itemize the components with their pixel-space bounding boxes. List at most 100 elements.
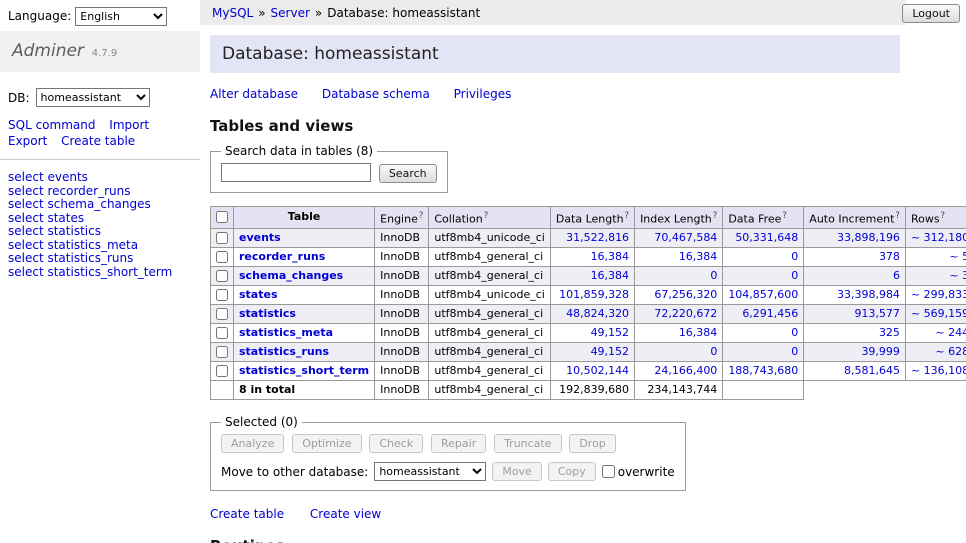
- table-link[interactable]: statistics_meta: [239, 326, 333, 339]
- database-schema-link[interactable]: Database schema: [322, 87, 430, 101]
- rows-link[interactable]: ~ 628: [935, 345, 966, 358]
- auto-increment-link[interactable]: 39,999: [861, 345, 900, 358]
- create-view-link[interactable]: Create view: [310, 507, 381, 521]
- data-length-link[interactable]: 31,522,816: [566, 231, 629, 244]
- sidebar-item-select-statistics-runs[interactable]: select statistics_runs: [8, 251, 133, 265]
- search-button[interactable]: Search: [379, 164, 437, 183]
- help-icon[interactable]: ?: [941, 211, 946, 221]
- sidebar-item-select-statistics-short-term[interactable]: select statistics_short_term: [8, 265, 172, 279]
- check-button[interactable]: Check: [369, 434, 423, 453]
- optimize-button[interactable]: Optimize: [292, 434, 361, 453]
- data-free-link[interactable]: 0: [791, 250, 798, 263]
- create-table-link[interactable]: Create table: [210, 507, 284, 521]
- breadcrumb-link-server[interactable]: Server: [271, 6, 310, 20]
- data-length-link[interactable]: 49,152: [591, 345, 630, 358]
- move-db-select[interactable]: homeassistant: [374, 462, 486, 481]
- rows-link[interactable]: ~ 5: [949, 250, 966, 263]
- breadcrumb-link-mysql[interactable]: MySQL: [212, 6, 253, 20]
- data-length-link[interactable]: 16,384: [591, 269, 630, 282]
- index-length-link[interactable]: 0: [710, 345, 717, 358]
- data-free-link[interactable]: 0: [791, 345, 798, 358]
- analyze-button[interactable]: Analyze: [221, 434, 284, 453]
- rows-link[interactable]: ~ 136,108: [911, 364, 966, 377]
- help-icon[interactable]: ?: [625, 211, 630, 221]
- auto-increment-link[interactable]: 33,398,984: [837, 288, 900, 301]
- data-length-link[interactable]: 101,859,328: [559, 288, 629, 301]
- data-length-link[interactable]: 16,384: [591, 250, 630, 263]
- row-checkbox[interactable]: [216, 289, 228, 301]
- drop-button[interactable]: Drop: [569, 434, 615, 453]
- sidebar-item-select-statistics-meta[interactable]: select statistics_meta: [8, 238, 138, 252]
- sidebar-item-select-schema-changes[interactable]: select schema_changes: [8, 197, 151, 211]
- row-checkbox[interactable]: [216, 365, 228, 377]
- table-link[interactable]: schema_changes: [239, 269, 343, 282]
- repair-button[interactable]: Repair: [431, 434, 486, 453]
- data-free-link[interactable]: 0: [791, 326, 798, 339]
- table-name-cell: schema_changes: [234, 267, 375, 286]
- overwrite-checkbox[interactable]: [602, 465, 615, 478]
- table-link[interactable]: statistics: [239, 307, 296, 320]
- sidebar-item-select-events[interactable]: select events: [8, 170, 88, 184]
- auto-increment-link[interactable]: 33,898,196: [837, 231, 900, 244]
- index-length-link[interactable]: 16,384: [679, 326, 718, 339]
- rows-link[interactable]: ~ 299,833: [911, 288, 966, 301]
- table-link[interactable]: states: [239, 288, 278, 301]
- index-length-link[interactable]: 70,467,584: [654, 231, 717, 244]
- rows-link[interactable]: ~ 3: [949, 269, 966, 282]
- auto-increment-link[interactable]: 325: [879, 326, 900, 339]
- sidebar-link-import[interactable]: Import: [109, 118, 149, 132]
- table-link[interactable]: statistics_runs: [239, 345, 329, 358]
- help-icon[interactable]: ?: [419, 211, 424, 221]
- select-all-checkbox[interactable]: [216, 211, 228, 223]
- data-free-link[interactable]: 104,857,600: [728, 288, 798, 301]
- help-icon[interactable]: ?: [782, 211, 787, 221]
- sidebar-item-select-statistics[interactable]: select statistics: [8, 224, 101, 238]
- index-length-link[interactable]: 72,220,672: [654, 307, 717, 320]
- data-length-link[interactable]: 49,152: [591, 326, 630, 339]
- data-free-link[interactable]: 0: [791, 269, 798, 282]
- auto-increment-link[interactable]: 378: [879, 250, 900, 263]
- alter-database-link[interactable]: Alter database: [210, 87, 298, 101]
- row-checkbox[interactable]: [216, 251, 228, 263]
- help-icon[interactable]: ?: [895, 211, 900, 221]
- rows-link[interactable]: ~ 244: [935, 326, 966, 339]
- row-checkbox[interactable]: [216, 232, 228, 244]
- sidebar-link-create-table[interactable]: Create table: [61, 134, 135, 148]
- data-free-link[interactable]: 188,743,680: [728, 364, 798, 377]
- sidebar-link-sql-command[interactable]: SQL command: [8, 118, 95, 132]
- db-select[interactable]: homeassistant: [36, 88, 150, 107]
- help-icon[interactable]: ?: [713, 211, 718, 221]
- table-link[interactable]: statistics_short_term: [239, 364, 369, 377]
- sidebar-item-select-recorder-runs[interactable]: select recorder_runs: [8, 184, 131, 198]
- index-length-link[interactable]: 67,256,320: [654, 288, 717, 301]
- data-free-link[interactable]: 50,331,648: [735, 231, 798, 244]
- table-link[interactable]: events: [239, 231, 281, 244]
- index-length-link[interactable]: 0: [710, 269, 717, 282]
- search-input[interactable]: [221, 163, 371, 182]
- help-icon[interactable]: ?: [484, 211, 489, 221]
- language-select[interactable]: English: [75, 7, 167, 26]
- row-checkbox[interactable]: [216, 270, 228, 282]
- data-length-link[interactable]: 10,502,144: [566, 364, 629, 377]
- data-length-link[interactable]: 48,824,320: [566, 307, 629, 320]
- copy-button[interactable]: Copy: [548, 462, 596, 481]
- row-checkbox[interactable]: [216, 346, 228, 358]
- rows-link[interactable]: ~ 312,180: [911, 231, 966, 244]
- move-button[interactable]: Move: [492, 462, 542, 481]
- app-version-link[interactable]: 4.7.9: [92, 48, 117, 59]
- privileges-link[interactable]: Privileges: [454, 87, 512, 101]
- sidebar-link-export[interactable]: Export: [8, 134, 47, 148]
- row-checkbox[interactable]: [216, 308, 228, 320]
- sidebar-item-select-states[interactable]: select states: [8, 211, 84, 225]
- index-length-link[interactable]: 24,166,400: [654, 364, 717, 377]
- auto-increment-link[interactable]: 913,577: [854, 307, 900, 320]
- auto-increment-link[interactable]: 6: [893, 269, 900, 282]
- table-link[interactable]: recorder_runs: [239, 250, 325, 263]
- index-length-link[interactable]: 16,384: [679, 250, 718, 263]
- truncate-button[interactable]: Truncate: [494, 434, 561, 453]
- rows-link[interactable]: ~ 569,159: [911, 307, 966, 320]
- auto-increment-link[interactable]: 8,581,645: [844, 364, 900, 377]
- data-free-link[interactable]: 6,291,456: [742, 307, 798, 320]
- logout-button[interactable]: Logout: [902, 4, 960, 23]
- row-checkbox[interactable]: [216, 327, 228, 339]
